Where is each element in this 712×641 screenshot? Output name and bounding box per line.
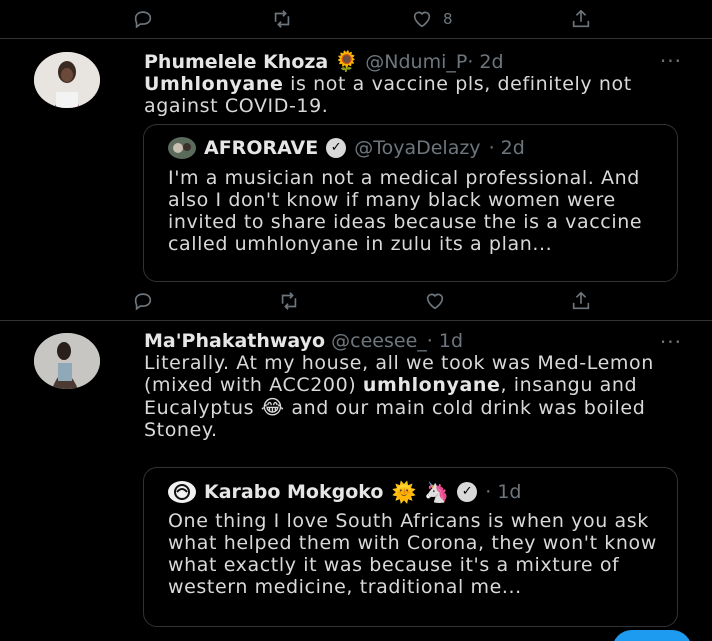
heart-icon <box>426 293 444 310</box>
quote-display-name: Karabo Mokgoko <box>204 481 384 503</box>
retweet-icon <box>281 292 297 310</box>
retweet-button[interactable] <box>271 8 293 30</box>
quoted-tweet[interactable]: Karabo Mokgoko 🌞 🦄 ✓ · 1d One thing I lo… <box>143 467 678 627</box>
retweet-icon <box>275 10 290 28</box>
like-count: 8 <box>442 10 453 28</box>
user-handle[interactable]: @ceesee_ <box>331 330 427 352</box>
tweet[interactable]: Phumelele Khoza 🌻 @Ndumi_P· 2d ··· Umhlo… <box>0 39 712 319</box>
heart-icon <box>413 11 431 28</box>
quote-header: Karabo Mokgoko 🌞 🦄 ✓ · 1d <box>168 480 521 504</box>
reply-icon <box>134 11 152 29</box>
timestamp[interactable]: · 2d <box>467 51 503 73</box>
tweet-action-bar <box>132 288 592 314</box>
quote-header: AFRORAVE ✓ @ToyaDelazy · 2d <box>168 137 525 159</box>
reply-icon <box>134 293 152 311</box>
avatar[interactable] <box>34 333 100 389</box>
top-action-bar: 8 <box>132 6 592 32</box>
reply-button[interactable] <box>132 290 154 312</box>
retweet-button[interactable] <box>278 290 300 312</box>
like-button[interactable] <box>424 290 446 312</box>
highlighted-word: umhlonyane <box>362 374 501 396</box>
tweet-header: Phumelele Khoza 🌻 @Ndumi_P· 2d <box>144 49 504 73</box>
quote-avatar <box>168 137 196 159</box>
share-button[interactable] <box>570 290 592 312</box>
more-options-icon[interactable]: ··· <box>660 49 682 73</box>
share-button[interactable] <box>570 8 592 30</box>
user-handle[interactable]: @Ndumi_P <box>365 51 467 73</box>
sunflower-emoji: 🌻 <box>334 49 360 73</box>
compose-tweet-button[interactable] <box>612 630 692 641</box>
reply-button[interactable] <box>132 8 154 30</box>
tweet-text: Umhlonyane is not a vaccine pls, definit… <box>144 73 664 117</box>
tweet[interactable]: Ma'Phakathwayo @ceesee_· 1d ··· Literall… <box>0 321 712 641</box>
verified-badge-icon: ✓ <box>457 482 478 502</box>
share-icon <box>572 9 590 28</box>
timestamp[interactable]: · 1d <box>427 330 463 352</box>
laughing-emoji: 😂 <box>260 395 285 419</box>
quote-avatar <box>168 481 196 503</box>
verified-badge-icon: ✓ <box>326 138 347 158</box>
share-icon <box>572 291 590 310</box>
quote-text: One thing I love South Africans is when … <box>168 510 657 598</box>
display-name[interactable]: Ma'Phakathwayo <box>144 330 325 352</box>
quote-timestamp: · 1d <box>485 481 522 503</box>
like-button[interactable]: 8 <box>411 8 453 30</box>
sun-emoji: 🌞 <box>391 480 417 504</box>
highlighted-word: Umhlonyane <box>144 73 284 95</box>
quote-display-name: AFRORAVE <box>204 137 319 159</box>
quote-text: I'm a musician not a medical professiona… <box>168 167 643 255</box>
tweet-header: Ma'Phakathwayo @ceesee_· 1d <box>144 330 463 352</box>
quote-handle: @ToyaDelazy <box>354 137 481 159</box>
display-name[interactable]: Phumelele Khoza <box>144 51 328 73</box>
more-options-icon[interactable]: ··· <box>660 330 682 354</box>
unicorn-emoji: 🦄 <box>424 480 450 504</box>
tweet-text: Literally. At my house, all we took was … <box>144 352 664 441</box>
avatar[interactable] <box>34 52 100 108</box>
quote-timestamp: · 2d <box>488 137 525 159</box>
quoted-tweet[interactable]: AFRORAVE ✓ @ToyaDelazy · 2d I'm a musicia… <box>143 124 678 282</box>
